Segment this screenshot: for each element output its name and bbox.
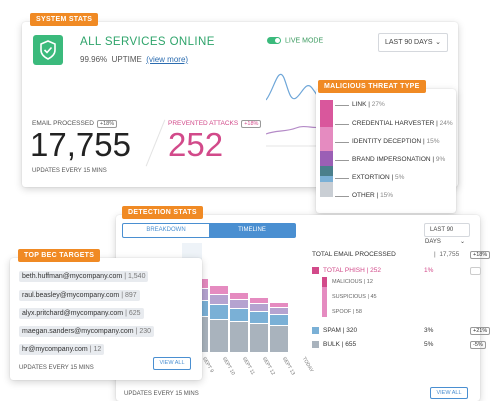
timeline-bar-segment (230, 322, 248, 352)
threat-type-card: LINK | 27% CREDENTIAL HARVESTER | 24% ID… (316, 89, 456, 213)
live-mode-toggle[interactable]: LIVE MODE (267, 37, 323, 44)
prevented-attacks-value: 252 (168, 126, 224, 163)
toggle-icon[interactable] (267, 37, 281, 44)
view-more-link[interactable]: (view more) (146, 55, 188, 64)
bec-targets-tag: TOP BEC TARGETS (18, 249, 101, 262)
list-item[interactable]: beth.huffman@mycompany.com | 1,540 (19, 271, 149, 282)
detection-view-all-button[interactable]: VIEW ALL (430, 387, 468, 399)
chevron-down-icon: ⌄ (459, 239, 465, 245)
timeline-bar-segment (210, 305, 228, 319)
timeline-bar-segment (270, 308, 288, 314)
detection-stats-tag: DETECTION STATS (122, 206, 203, 219)
tab-timeline[interactable]: TIMELINE (209, 224, 295, 237)
trend-line-chart (266, 73, 322, 147)
total-email-row: TOTAL EMAIL PROCESSED | 17,755 +18% (312, 251, 490, 259)
list-item[interactable]: hr@mycompany.com | 12 (19, 344, 105, 355)
timeline-bar-segment (250, 298, 268, 303)
system-update-note: UPDATES EVERY 15 MINS (32, 168, 107, 174)
timeline-bar-segment (270, 303, 288, 307)
suspicious-row: SUSPICIOUS | 45 (332, 294, 377, 300)
bec-view-all-button[interactable]: VIEW ALL (153, 357, 191, 370)
timeline-bar-segment (210, 286, 228, 294)
timeline-x-label: TODAY (300, 356, 315, 374)
list-item[interactable]: raul.beasley@mycompany.com | 897 (19, 290, 140, 301)
shield-check-icon (33, 35, 63, 65)
malicious-row: MALICIOUS | 12 (332, 279, 373, 285)
threat-bar-credential (320, 127, 333, 151)
threat-item: IDENTITY DECEPTION | 15% (352, 138, 440, 145)
timeline-bar-segment (210, 320, 228, 352)
timeline-bar-segment (250, 304, 268, 311)
threat-item: OTHER | 15% (352, 192, 394, 199)
timeline-bar-segment (210, 295, 228, 304)
threat-type-tag: MALICIOUS THREAT TYPE (318, 80, 426, 93)
timeline-bar-segment (270, 326, 288, 352)
threat-item: CREDENTIAL HARVESTER | 24% (352, 120, 453, 127)
uptime-text: 99.96% UPTIME (view more) (80, 55, 189, 64)
total-phish-row: TOTAL PHISH | 252 1% (312, 267, 481, 275)
range-dropdown[interactable]: LAST 90 DAYS ⌄ (378, 33, 448, 52)
timeline-bar-segment (270, 315, 288, 325)
threat-item: EXTORTION | 5% (352, 174, 405, 181)
list-item[interactable]: alyx.pritchard@mycompany.com | 625 (19, 308, 144, 319)
bec-targets-card: beth.huffman@mycompany.com | 1,540 raul.… (10, 258, 202, 380)
timeline-bar-segment (250, 324, 268, 352)
status-title: ALL SERVICES ONLINE (80, 36, 215, 48)
list-item[interactable]: maegan.sanders@mycompany.com | 230 (19, 326, 155, 337)
system-stats-tag: SYSTEM STATS (30, 13, 99, 26)
tab-breakdown[interactable]: BREAKDOWN (123, 224, 209, 237)
threat-bar-other (320, 182, 333, 197)
spoof-row: SPOOF | 58 (332, 309, 362, 315)
threat-bar-link (320, 100, 333, 127)
threat-bar-brand (320, 166, 333, 176)
detection-range-dropdown[interactable]: LAST 90 DAYS ⌄ (424, 223, 470, 245)
timeline-bar-segment (230, 300, 248, 308)
timeline-bar-segment (230, 309, 248, 321)
chevron-down-icon: ⌄ (435, 39, 441, 46)
detection-update-note: UPDATES EVERY 15 MINS (124, 391, 199, 397)
bec-update-note: UPDATES EVERY 15 MINS (19, 365, 94, 371)
detection-tabs: BREAKDOWN TIMELINE (122, 223, 296, 238)
timeline-bar-segment (250, 312, 268, 323)
timeline-bar-segment (230, 293, 248, 299)
spam-row: SPAM | 320 3% +21% (312, 327, 490, 335)
threat-bar-identity (320, 151, 333, 166)
threat-item: LINK | 27% (352, 101, 385, 108)
bulk-row: BULK | 655 5% -5% (312, 341, 486, 349)
email-processed-value: 17,755 (30, 126, 131, 163)
threat-item: BRAND IMPERSONATION | 9% (352, 156, 446, 163)
